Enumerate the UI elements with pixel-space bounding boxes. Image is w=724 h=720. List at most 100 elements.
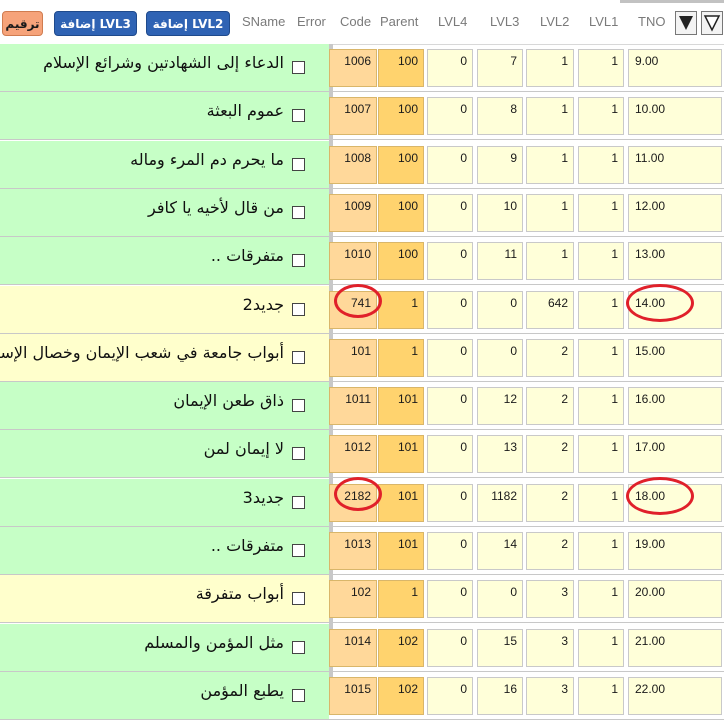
column-header-lvl1[interactable]: LVL1 xyxy=(589,14,618,29)
table-row[interactable]: الدعاء إلى الشهادتين وشرائع الإسلام 1006 1… xyxy=(0,44,724,92)
code-cell[interactable]: 1007 xyxy=(329,97,377,135)
parent-cell[interactable]: 101 xyxy=(378,484,424,522)
error-checkbox[interactable] xyxy=(292,351,305,364)
sname-text[interactable]: ذاق طعن الإيمان xyxy=(173,391,284,410)
lvl2-cell[interactable]: 2 xyxy=(526,339,574,377)
tno-cell[interactable]: 22.00 xyxy=(628,677,722,715)
table-row[interactable]: ذاق طعن الإيمان 1011 101 0 12 2 1 16.00 xyxy=(0,382,724,430)
lvl1-cell[interactable]: 1 xyxy=(578,677,624,715)
lvl3-cell[interactable]: 8 xyxy=(477,97,523,135)
table-row[interactable]: لا إيمان لمن 1012 101 0 13 2 1 17.00 xyxy=(0,430,724,478)
add-lvl2-button[interactable]: إضافة LVL2 xyxy=(146,11,230,36)
parent-cell[interactable]: 1 xyxy=(378,291,424,329)
tno-cell[interactable]: 12.00 xyxy=(628,194,722,232)
table-row[interactable]: من قال لأخيه يا كافر 1009 100 0 10 1 1 12.00 xyxy=(0,189,724,237)
lvl3-cell[interactable]: 9 xyxy=(477,146,523,184)
tno-cell[interactable]: 16.00 xyxy=(628,387,722,425)
parent-cell[interactable]: 1 xyxy=(378,339,424,377)
parent-cell[interactable]: 100 xyxy=(378,146,424,184)
code-cell[interactable]: 101 xyxy=(329,339,377,377)
column-header-code[interactable]: Code xyxy=(340,14,371,29)
parent-cell[interactable]: 1 xyxy=(378,580,424,618)
sort-descending-icon[interactable] xyxy=(701,11,723,35)
sname-text[interactable]: الدعاء إلى الشهادتين وشرائع الإسلام xyxy=(43,53,284,72)
code-cell[interactable]: 1015 xyxy=(329,677,377,715)
parent-cell[interactable]: 100 xyxy=(378,242,424,280)
lvl1-cell[interactable]: 1 xyxy=(578,339,624,377)
error-checkbox[interactable] xyxy=(292,61,305,74)
lvl4-cell[interactable]: 0 xyxy=(427,146,473,184)
tno-cell[interactable]: 20.00 xyxy=(628,580,722,618)
lvl1-cell[interactable]: 1 xyxy=(578,484,624,522)
lvl2-cell[interactable]: 1 xyxy=(526,49,574,87)
lvl2-cell[interactable]: 2 xyxy=(526,484,574,522)
tno-cell[interactable]: 19.00 xyxy=(628,532,722,570)
lvl2-cell[interactable]: 1 xyxy=(526,242,574,280)
sname-text[interactable]: جديد3 xyxy=(243,488,284,507)
lvl2-cell[interactable]: 1 xyxy=(526,146,574,184)
tno-cell[interactable]: 21.00 xyxy=(628,629,722,667)
column-header-lvl2[interactable]: LVL2 xyxy=(540,14,569,29)
column-header-tno[interactable]: TNO xyxy=(638,14,665,29)
table-row[interactable]: ما يحرم دم المرء وماله 1008 100 0 9 1 1 11.00 xyxy=(0,141,724,189)
lvl3-cell[interactable]: 13 xyxy=(477,435,523,473)
error-checkbox[interactable] xyxy=(292,689,305,702)
sort-ascending-icon[interactable] xyxy=(675,11,697,35)
column-header-lvl4[interactable]: LVL4 xyxy=(438,14,467,29)
parent-cell[interactable]: 101 xyxy=(378,532,424,570)
lvl4-cell[interactable]: 0 xyxy=(427,629,473,667)
lvl1-cell[interactable]: 1 xyxy=(578,291,624,329)
column-header-error[interactable]: Error xyxy=(297,14,326,29)
error-checkbox[interactable] xyxy=(292,254,305,267)
error-checkbox[interactable] xyxy=(292,303,305,316)
lvl4-cell[interactable]: 0 xyxy=(427,49,473,87)
error-checkbox[interactable] xyxy=(292,399,305,412)
lvl4-cell[interactable]: 0 xyxy=(427,97,473,135)
lvl2-cell[interactable]: 2 xyxy=(526,387,574,425)
lvl4-cell[interactable]: 0 xyxy=(427,387,473,425)
column-header-parent[interactable]: Parent xyxy=(380,14,418,29)
parent-cell[interactable]: 100 xyxy=(378,97,424,135)
table-row[interactable]: يطبع المؤمن 1015 102 0 16 3 1 22.00 xyxy=(0,672,724,720)
sname-text[interactable]: متفرقات .. xyxy=(211,536,284,555)
lvl3-cell[interactable]: 14 xyxy=(477,532,523,570)
lvl4-cell[interactable]: 0 xyxy=(427,339,473,377)
code-cell[interactable]: 1008 xyxy=(329,146,377,184)
lvl4-cell[interactable]: 0 xyxy=(427,194,473,232)
code-cell[interactable]: 1010 xyxy=(329,242,377,280)
lvl1-cell[interactable]: 1 xyxy=(578,387,624,425)
column-header-sname[interactable]: SName xyxy=(242,14,285,29)
table-row[interactable]: متفرقات .. 1013 101 0 14 2 1 19.00 xyxy=(0,527,724,575)
sname-text[interactable]: عموم البعثة xyxy=(207,101,284,120)
error-checkbox[interactable] xyxy=(292,496,305,509)
error-checkbox[interactable] xyxy=(292,447,305,460)
sname-text[interactable]: من قال لأخيه يا كافر xyxy=(148,198,284,217)
lvl4-cell[interactable]: 0 xyxy=(427,677,473,715)
lvl2-cell[interactable]: 3 xyxy=(526,580,574,618)
code-cell[interactable]: 102 xyxy=(329,580,377,618)
error-checkbox[interactable] xyxy=(292,206,305,219)
lvl1-cell[interactable]: 1 xyxy=(578,435,624,473)
parent-cell[interactable]: 100 xyxy=(378,194,424,232)
lvl3-cell[interactable]: 7 xyxy=(477,49,523,87)
lvl1-cell[interactable]: 1 xyxy=(578,629,624,667)
error-checkbox[interactable] xyxy=(292,109,305,122)
code-cell[interactable]: 1013 xyxy=(329,532,377,570)
parent-cell[interactable]: 100 xyxy=(378,49,424,87)
add-lvl3-button[interactable]: إضافة LVL3 xyxy=(54,11,137,36)
table-row[interactable]: جديد2 741 1 0 0 642 1 14.00 xyxy=(0,284,724,334)
parent-cell[interactable]: 102 xyxy=(378,629,424,667)
lvl1-cell[interactable]: 1 xyxy=(578,242,624,280)
lvl4-cell[interactable]: 0 xyxy=(427,532,473,570)
tno-cell[interactable]: 17.00 xyxy=(628,435,722,473)
lvl1-cell[interactable]: 1 xyxy=(578,97,624,135)
parent-cell[interactable]: 101 xyxy=(378,435,424,473)
code-cell[interactable]: 1012 xyxy=(329,435,377,473)
tno-cell[interactable]: 10.00 xyxy=(628,97,722,135)
code-cell[interactable]: 1014 xyxy=(329,629,377,667)
sname-text[interactable]: يطبع المؤمن xyxy=(200,681,284,700)
lvl2-cell[interactable]: 1 xyxy=(526,97,574,135)
lvl1-cell[interactable]: 1 xyxy=(578,532,624,570)
sname-text[interactable]: أبواب جامعة في شعب الإيمان وخصال الإسلام xyxy=(0,343,284,362)
lvl3-cell[interactable]: 1182 xyxy=(477,484,523,522)
